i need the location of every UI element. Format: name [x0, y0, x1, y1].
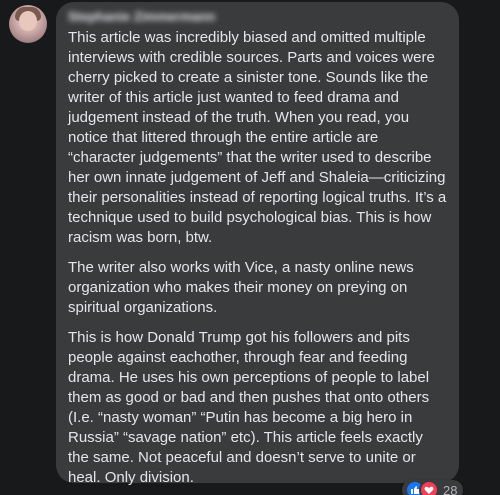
heart-glyph	[424, 486, 434, 494]
comment-bubble: Stephanie Zimmermann This article was in…	[56, 2, 459, 486]
reaction-summary[interactable]: 28	[402, 480, 464, 495]
avatar[interactable]	[9, 5, 47, 43]
avatar-face	[19, 11, 37, 31]
comment-author[interactable]: Stephanie Zimmermann	[68, 9, 447, 25]
comment-paragraph: The writer also works with Vice, a nasty…	[68, 259, 414, 316]
comment-thread: Stephanie Zimmermann This article was in…	[0, 0, 500, 495]
comment-paragraph: This is how Donald Trump got his followe…	[68, 329, 430, 486]
reaction-count: 28	[443, 482, 458, 495]
love-icon	[419, 480, 439, 495]
comment-body: This article was incredibly biased and o…	[68, 28, 447, 488]
comment-paragraph: This article was incredibly biased and o…	[68, 29, 447, 246]
